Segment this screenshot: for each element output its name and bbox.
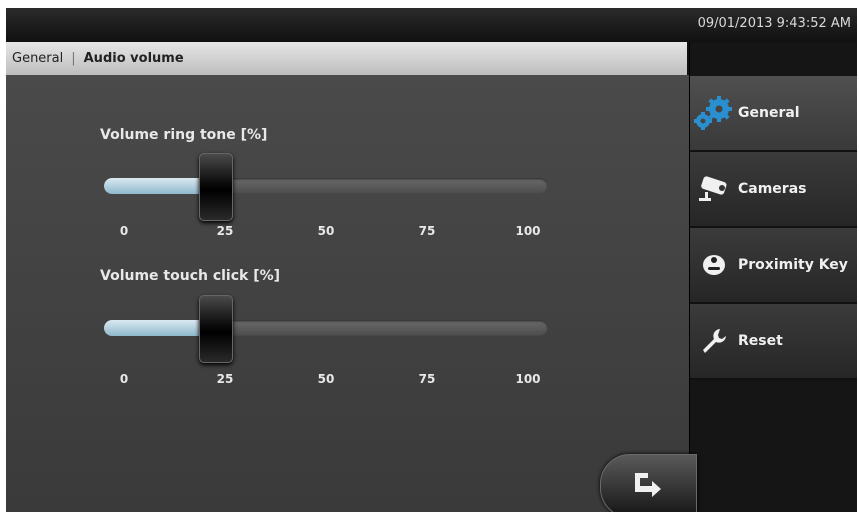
wrench-icon bbox=[690, 327, 738, 355]
touch-click-slider[interactable] bbox=[104, 295, 548, 363]
sidebar-item-label: Proximity Key bbox=[738, 257, 848, 273]
breadcrumb-separator: | bbox=[71, 51, 76, 66]
sidebar-item-label: General bbox=[738, 105, 800, 121]
ring-tone-title: Volume ring tone [%] bbox=[100, 127, 268, 143]
scale-tick: 25 bbox=[216, 224, 234, 238]
gears-icon bbox=[690, 96, 738, 130]
exit-arrow-icon bbox=[632, 470, 666, 502]
ring-tone-slider-thumb[interactable] bbox=[199, 153, 233, 221]
scale-tick: 100 bbox=[515, 372, 541, 386]
sidebar-item-cameras[interactable]: Cameras bbox=[690, 152, 857, 228]
scale-tick: 0 bbox=[119, 224, 129, 238]
sidebar-item-proximity-key[interactable]: Proximity Key bbox=[690, 228, 857, 304]
sidebar-item-label: Reset bbox=[738, 333, 783, 349]
sidebar-item-label: Cameras bbox=[738, 181, 807, 197]
breadcrumb-current: Audio volume bbox=[83, 51, 184, 66]
scale-tick: 75 bbox=[418, 224, 436, 238]
exit-button[interactable] bbox=[600, 454, 697, 512]
touch-click-title: Volume touch click [%] bbox=[100, 268, 281, 284]
scale-tick: 50 bbox=[317, 224, 335, 238]
status-bar: 09/01/2013 9:43:52 AM bbox=[6, 8, 857, 42]
proximity-key-icon bbox=[690, 252, 738, 278]
breadcrumb-parent[interactable]: General bbox=[6, 51, 63, 66]
sidebar-item-reset[interactable]: Reset bbox=[690, 304, 857, 380]
ring-tone-slider[interactable] bbox=[104, 153, 548, 221]
device-screen: 09/01/2013 9:43:52 AM General | Audio vo… bbox=[6, 8, 857, 512]
camera-icon bbox=[690, 175, 738, 203]
scale-tick: 100 bbox=[515, 224, 541, 238]
scale-tick: 75 bbox=[418, 372, 436, 386]
scale-tick: 25 bbox=[216, 372, 234, 386]
scale-tick: 0 bbox=[119, 372, 129, 386]
main-panel: Volume ring tone [%] 0 25 50 75 100 Volu… bbox=[6, 75, 689, 512]
touch-click-slider-thumb[interactable] bbox=[199, 295, 233, 363]
sidebar-item-general[interactable]: General bbox=[690, 76, 857, 152]
breadcrumb: General | Audio volume bbox=[6, 42, 687, 75]
scale-tick: 50 bbox=[317, 372, 335, 386]
sidebar: General Cameras Proximity Key Reset bbox=[689, 42, 857, 512]
datetime: 09/01/2013 9:43:52 AM bbox=[697, 16, 851, 31]
